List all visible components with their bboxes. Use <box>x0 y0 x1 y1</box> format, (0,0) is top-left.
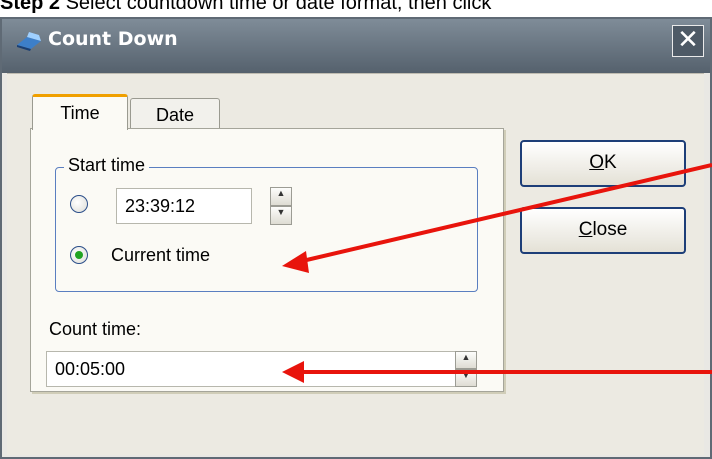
annotation-arrows <box>282 163 712 383</box>
annotation-arrow-current-time <box>297 163 712 264</box>
tab-time-label: Time <box>60 103 100 123</box>
annotation-arrowhead-current-time <box>282 251 309 273</box>
annotation-arrowhead-count-time <box>282 361 304 383</box>
tab-time[interactable]: Time <box>32 94 128 130</box>
